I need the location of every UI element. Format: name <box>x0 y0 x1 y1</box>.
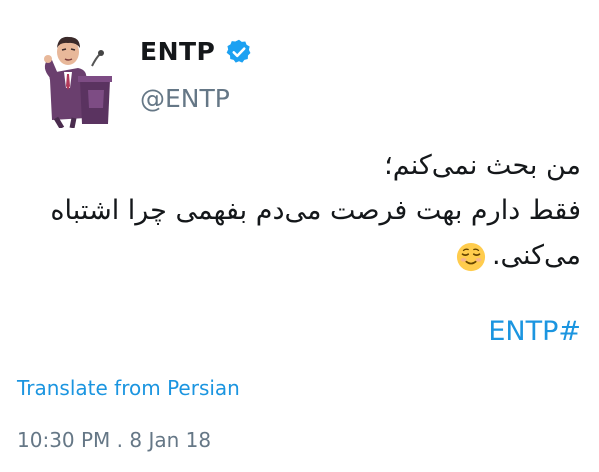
user-handle[interactable]: @ENTP <box>140 84 230 113</box>
display-name[interactable]: ENTP <box>140 37 215 66</box>
man-at-podium-avatar-icon <box>44 36 112 130</box>
verified-badge-icon <box>227 39 251 63</box>
tweet-line-1: من بحث نمی‌کنم؛ <box>384 150 581 181</box>
tweet-text: من بحث نمی‌کنم؛ فقط دارم بهت فرصت می‌دم … <box>21 143 581 278</box>
tweet-line-3: می‌کنی. <box>21 233 581 278</box>
hashtag-link[interactable]: ENTP# <box>488 316 581 347</box>
timestamp[interactable]: 10:30 PM . 8 Jan 18 <box>17 428 211 452</box>
translate-link[interactable]: Translate from Persian <box>17 376 240 400</box>
tweet-line-3-text: می‌کنی. <box>491 240 581 271</box>
avatar[interactable] <box>38 28 116 130</box>
tweet-line-2: فقط دارم بهت فرصت می‌دم بفهمی چرا اشتباه <box>50 195 581 226</box>
name-row[interactable]: ENTP <box>140 37 253 66</box>
relieved-face-emoji-icon <box>456 242 485 271</box>
